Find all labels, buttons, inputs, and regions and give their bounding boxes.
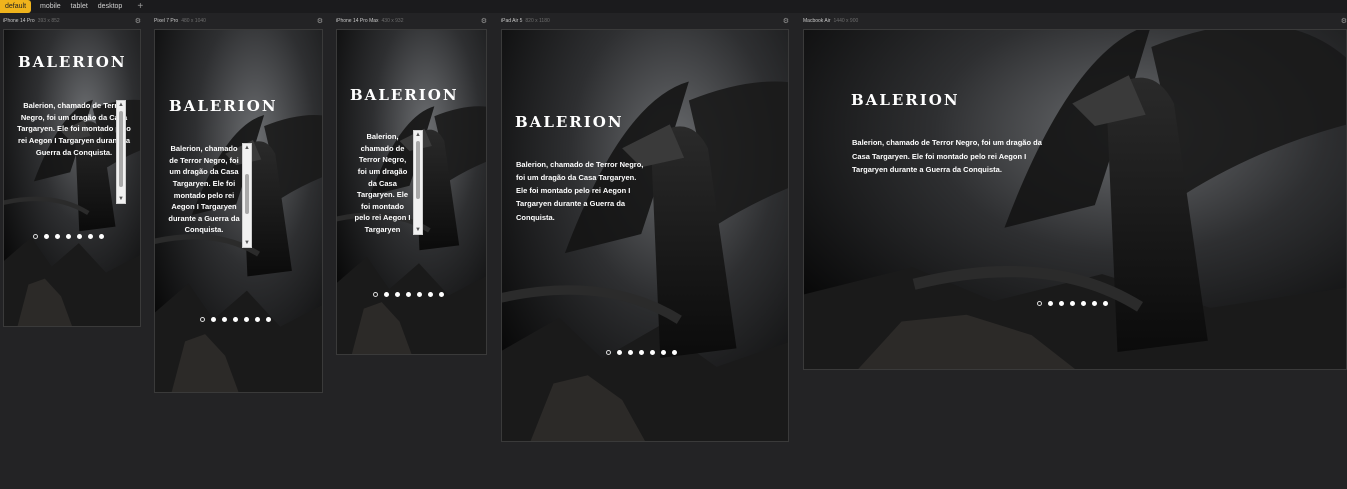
device-name: Pixel 7 Pro (154, 18, 179, 24)
carousel-dot[interactable] (606, 350, 611, 355)
carousel-dot[interactable] (1070, 301, 1075, 306)
carousel-dot[interactable] (373, 292, 378, 297)
carousel-dot[interactable] (222, 317, 227, 322)
device-dims: 393 x 852 (37, 18, 60, 24)
tab-mobile[interactable]: mobile (35, 0, 66, 13)
carousel-dot[interactable] (55, 234, 60, 239)
gear-icon[interactable]: ⚙ (317, 17, 323, 25)
carousel-dot[interactable] (200, 317, 205, 322)
site-title: BALERION (169, 97, 278, 115)
device-dims: 430 x 932 (381, 18, 404, 24)
device-name: iPad Air 5 (501, 18, 523, 24)
carousel-dots (606, 350, 677, 355)
device-frame-ipad-air-5: iPad Air 5 820 x 1180 ⚙ BALERION Balerion,… (501, 18, 789, 442)
carousel-dot[interactable] (77, 234, 82, 239)
carousel-dot[interactable] (672, 350, 677, 355)
carousel-dot[interactable] (1092, 301, 1097, 306)
carousel-dot[interactable] (417, 292, 422, 297)
tab-default[interactable]: default (0, 0, 32, 13)
gear-icon[interactable]: ⚙ (783, 17, 789, 25)
device-name: iPhone 14 Pro Max (336, 18, 379, 24)
carousel-dot[interactable] (395, 292, 400, 297)
carousel-dot[interactable] (233, 317, 238, 322)
site-title: BALERION (350, 86, 459, 104)
carousel-dots (1037, 301, 1108, 306)
site-title: BALERION (515, 113, 624, 131)
device-name: iPhone 14 Pro (3, 18, 35, 24)
carousel-dot[interactable] (244, 317, 249, 322)
carousel-dot[interactable] (384, 292, 389, 297)
carousel-dot[interactable] (617, 350, 622, 355)
carousel-dot[interactable] (1037, 301, 1042, 306)
device-screen: BALERION Balerion, chamado de Terror Neg… (336, 29, 487, 355)
carousel-dot[interactable] (1081, 301, 1086, 306)
carousel-dot[interactable] (439, 292, 444, 297)
scrollbar[interactable]: ▲ ▼ (413, 130, 423, 235)
gear-icon[interactable]: ⚙ (1341, 17, 1347, 25)
dragon-illustration (502, 30, 788, 441)
carousel-dot[interactable] (628, 350, 633, 355)
device-name: Macbook Air (803, 18, 831, 24)
site-description: Balerion, chamado de Terror Negro, foi u… (168, 144, 240, 235)
site-description: Balerion, chamado de Terror Negro, foi u… (516, 160, 644, 222)
carousel-dot[interactable] (428, 292, 433, 297)
carousel-dot[interactable] (1048, 301, 1053, 306)
site-title: BALERION (18, 53, 127, 71)
device-frame-pixel-7-pro: Pixel 7 Pro 480 x 1040 ⚙ BALERION Balerion… (154, 18, 323, 393)
device-frame-iphone-14-pro-max: iPhone 14 Pro Max 430 x 932 ⚙ BALERION Bal… (336, 18, 487, 355)
site-title: BALERION (851, 91, 960, 109)
device-screen: BALERION Balerion, chamado de Terror Neg… (154, 29, 323, 393)
dragon-illustration (804, 30, 1346, 369)
carousel-dot[interactable] (211, 317, 216, 322)
scrollbar[interactable]: ▲ ▼ (242, 143, 252, 248)
carousel-dot[interactable] (33, 234, 38, 239)
device-dims: 1440 x 900 (833, 18, 859, 24)
dragon-background (502, 30, 788, 441)
carousel-dots (200, 317, 271, 322)
site-description: Balerion, chamado de Terror Negro, foi u… (852, 138, 1042, 174)
carousel-dot[interactable] (406, 292, 411, 297)
tab-tablet[interactable]: tablet (66, 0, 93, 13)
gear-icon[interactable]: ⚙ (481, 17, 487, 25)
carousel-dot[interactable] (266, 317, 271, 322)
carousel-dot[interactable] (639, 350, 644, 355)
site-description: Balerion, chamado de Terror Negro, foi u… (17, 101, 131, 157)
carousel-dot[interactable] (255, 317, 260, 322)
site-description: Balerion, chamado de Terror Negro, foi u… (354, 132, 411, 234)
carousel-dot[interactable] (1103, 301, 1108, 306)
device-dims: 820 x 1180 (525, 18, 550, 24)
device-screen: BALERION Balerion, chamado de Terror Neg… (803, 29, 1347, 370)
add-device-button[interactable]: + (137, 1, 143, 12)
device-screen: BALERION Balerion, chamado de Terror Neg… (501, 29, 789, 442)
carousel-dot[interactable] (44, 234, 49, 239)
device-dims: 480 x 1040 (181, 18, 206, 24)
dragon-background (804, 30, 1346, 369)
gear-icon[interactable]: ⚙ (135, 17, 141, 25)
carousel-dot[interactable] (661, 350, 666, 355)
carousel-dot[interactable] (99, 234, 104, 239)
device-screen: BALERION Balerion, chamado de Terror Neg… (3, 29, 141, 327)
device-frame-macbook-air: Macbook Air 1440 x 900 ⚙ BALERION Balerion… (803, 18, 1347, 370)
carousel-dot[interactable] (88, 234, 93, 239)
tab-desktop[interactable]: desktop (93, 0, 128, 13)
carousel-dot[interactable] (650, 350, 655, 355)
carousel-dots (373, 292, 444, 297)
device-frame-iphone-14-pro: iPhone 14 Pro 393 x 852 ⚙ BALERION Balerio… (3, 18, 141, 327)
device-toolbar: default mobile tablet desktop + (0, 0, 1347, 13)
scrollbar[interactable]: ▲ ▼ (116, 100, 126, 204)
carousel-dots (33, 234, 104, 239)
carousel-dot[interactable] (66, 234, 71, 239)
carousel-dot[interactable] (1059, 301, 1064, 306)
